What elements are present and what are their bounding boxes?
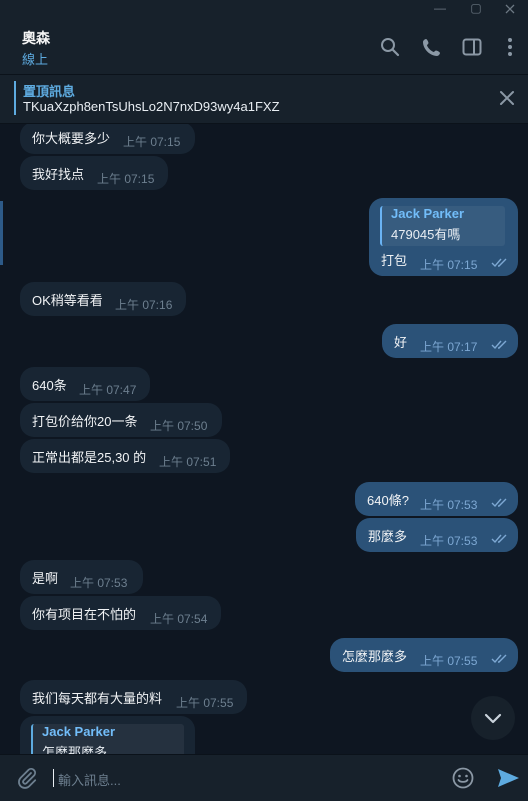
message-bubble-incoming[interactable]: Jack Parker 怎麼那麼多 [20,716,195,754]
message-list[interactable]: 你大概要多少 上午 07:15 我好找点 上午 07:15 Jack Parke… [0,124,528,754]
message-text: 640條? [367,493,409,508]
message-bubble-outgoing[interactable]: 好 上午 07:17 [382,324,518,358]
message-bubble-incoming[interactable]: 是啊 上午 07:53 [20,560,143,594]
message-time: 上午 07:50 [150,419,208,433]
message-bubble-outgoing[interactable]: 那麼多 上午 07:53 [356,518,518,552]
message-time: 上午 07:15 [123,135,181,149]
more-vertical-icon[interactable] [499,36,521,58]
close-icon[interactable] [498,89,516,107]
close-icon [505,4,515,14]
double-check-icon [491,258,507,268]
message-bubble-incoming[interactable]: 我们每天都有大量的料 上午 07:55 [20,680,247,714]
message-time: 上午 07:55 [176,696,234,710]
scroll-to-bottom-button[interactable] [471,696,515,740]
message-text: 打包 [381,253,408,268]
window-titlebar: — ▢ [0,0,528,18]
message-bubble-incoming[interactable]: 你有项目在不怕的 上午 07:54 [20,596,221,630]
emoji-icon[interactable] [451,766,475,790]
reply-quote[interactable]: Jack Parker 479045有嗎 [380,206,505,246]
window-close-button[interactable] [494,0,526,18]
message-bubble-incoming[interactable]: OK稍等看看 上午 07:16 [20,282,186,316]
attach-icon[interactable] [16,767,38,789]
maximize-button[interactable]: ▢ [460,0,492,18]
message-time: 上午 07:53 [70,576,128,590]
message-time: 上午 07:15 [97,172,155,186]
chat-status: 線上 [22,52,49,67]
message-time: 上午 07:54 [150,612,208,626]
message-text: 我好找点 [32,167,85,182]
reply-text: 怎麼那麼多 [42,745,108,754]
pinned-text: TKuaXzph8enTsUhsLo2N7nxD93wy4a1FXZ [23,99,280,114]
phone-icon[interactable] [421,36,443,58]
message-text: 你有项目在不怕的 [32,607,137,622]
message-bubble-incoming[interactable]: 你大概要多少 上午 07:15 [20,124,195,154]
double-check-icon [491,534,507,544]
message-text: 我们每天都有大量的料 [32,691,163,706]
message-input[interactable] [56,769,440,791]
message-time: 上午 07:16 [115,298,173,312]
message-composer [0,754,528,801]
message-text: 你大概要多少 [32,131,111,146]
text-caret [53,769,54,787]
reply-sender: Jack Parker [391,206,465,221]
message-text: 好 [394,335,408,350]
minimize-button[interactable]: — [424,0,456,18]
message-time: 上午 07:53 [420,498,478,512]
message-time: 上午 07:47 [79,383,137,397]
message-time: 上午 07:53 [420,534,478,548]
message-bubble-incoming[interactable]: 640条 上午 07:47 [20,367,150,401]
message-bubble-incoming[interactable]: 打包价给你20一条 上午 07:50 [20,403,222,437]
message-time: 上午 07:51 [159,455,217,469]
scroll-indicator [0,201,3,265]
chat-header[interactable]: 奧森 線上 [0,18,528,75]
message-bubble-incoming[interactable]: 正常出都是25,30 的 上午 07:51 [20,439,230,473]
message-text: 打包价给你20一条 [32,414,138,429]
chevron-down-icon [484,713,502,724]
double-check-icon [491,498,507,508]
message-text: 是啊 [32,571,59,586]
message-bubble-outgoing[interactable]: 怎麼那麼多 上午 07:55 [330,638,518,672]
message-time: 上午 07:17 [420,340,478,354]
message-time: 上午 07:15 [420,258,478,272]
pinned-accent-bar [14,81,16,115]
message-text: 正常出都是25,30 的 [32,450,147,465]
reply-sender: Jack Parker [42,724,116,739]
reply-text: 479045有嗎 [391,227,461,242]
message-text: 怎麼那麼多 [342,649,408,664]
send-icon[interactable] [496,766,520,790]
search-icon[interactable] [379,36,401,58]
message-bubble-incoming[interactable]: 我好找点 上午 07:15 [20,156,168,190]
reply-quote[interactable]: Jack Parker 怎麼那麼多 [31,724,184,754]
message-text: 那麼多 [368,529,408,544]
message-bubble-outgoing[interactable]: 640條? 上午 07:53 [355,482,518,516]
pinned-message-bar[interactable]: 置頂訊息 TKuaXzph8enTsUhsLo2N7nxD93wy4a1FXZ [0,75,528,124]
double-check-icon [491,340,507,350]
chat-title: 奧森 [22,30,50,46]
sidebar-toggle-icon[interactable] [461,36,483,58]
message-text: 640条 [32,378,67,393]
double-check-icon [491,654,507,664]
message-time: 上午 07:55 [420,654,478,668]
message-text: OK稍等看看 [32,293,103,308]
message-bubble-outgoing[interactable]: Jack Parker 479045有嗎 打包 上午 07:15 [369,198,518,276]
pinned-title: 置頂訊息 [23,84,76,99]
